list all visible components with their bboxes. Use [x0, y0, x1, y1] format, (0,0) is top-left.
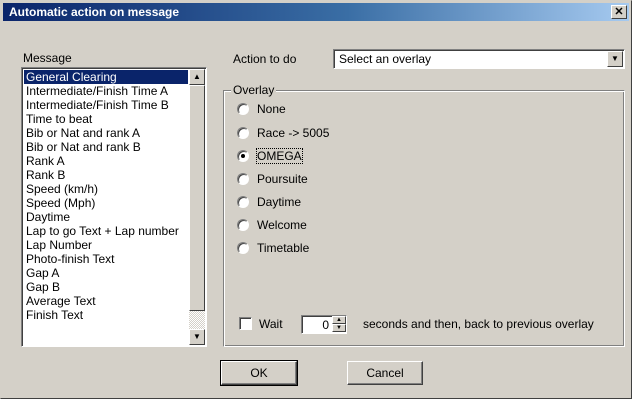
message-list-scrollbar[interactable]: ▲ ▼: [189, 69, 205, 345]
list-item[interactable]: Gap A: [24, 266, 188, 280]
message-label: Message: [23, 51, 72, 65]
arrow-down-icon: ▼: [336, 325, 342, 331]
overlay-option-label: Poursuite: [257, 172, 308, 186]
list-item[interactable]: Bib or Nat and rank B: [24, 140, 188, 154]
radio-button[interactable]: [237, 103, 249, 115]
scroll-thumb[interactable]: [189, 85, 205, 311]
title-bar[interactable]: Automatic action on message ✕: [3, 3, 629, 21]
arrow-up-icon: ▲: [193, 72, 201, 81]
close-icon: ✕: [614, 6, 624, 18]
overlay-option-label: Race -> 5005: [257, 126, 330, 140]
action-select-value: Select an overlay: [339, 52, 432, 66]
radio-button[interactable]: [237, 127, 249, 139]
wait-suffix-text: seconds and then, back to previous overl…: [363, 317, 594, 331]
radio-button[interactable]: [237, 196, 249, 208]
cancel-button[interactable]: Cancel: [347, 361, 423, 385]
action-select[interactable]: Select an overlay ▼: [333, 49, 625, 69]
spin-up-button[interactable]: ▲: [332, 316, 346, 324]
overlay-option-label: Timetable: [257, 241, 310, 255]
list-item[interactable]: Time to beat: [24, 112, 188, 126]
list-item[interactable]: Speed (km/h): [24, 182, 188, 196]
radio-button[interactable]: [237, 219, 249, 231]
action-dropdown-button[interactable]: ▼: [607, 51, 623, 67]
message-list[interactable]: General Clearing Intermediate/Finish Time…: [21, 67, 207, 347]
list-item[interactable]: Bib or Nat and rank A: [24, 126, 188, 140]
list-item[interactable]: Photo-finish Text: [24, 252, 188, 266]
list-item[interactable]: Average Text: [24, 294, 188, 308]
message-list-items: General Clearing Intermediate/Finish Time…: [24, 70, 188, 322]
ok-button-label: OK: [250, 366, 268, 380]
ok-button[interactable]: OK: [220, 360, 298, 386]
radio-button[interactable]: [237, 242, 249, 254]
window-title: Automatic action on message: [9, 5, 180, 19]
cancel-button-label: Cancel: [366, 366, 404, 380]
action-label: Action to do: [233, 52, 297, 66]
scroll-down-button[interactable]: ▼: [189, 329, 205, 345]
radio-button[interactable]: [237, 173, 249, 185]
list-item[interactable]: Finish Text: [24, 308, 188, 322]
scroll-up-button[interactable]: ▲: [189, 69, 205, 85]
list-item[interactable]: Rank A: [24, 154, 188, 168]
arrow-down-icon: ▼: [193, 332, 201, 341]
wait-checkbox[interactable]: [239, 317, 252, 330]
wait-seconds-value: 0: [322, 318, 329, 332]
close-button[interactable]: ✕: [611, 5, 627, 19]
arrow-up-icon: ▲: [336, 317, 342, 323]
list-item[interactable]: Daytime: [24, 210, 188, 224]
list-item[interactable]: Speed (Mph): [24, 196, 188, 210]
list-item[interactable]: Lap Number: [24, 238, 188, 252]
list-item[interactable]: Rank B: [24, 168, 188, 182]
list-item[interactable]: General Clearing: [24, 70, 188, 84]
wait-seconds-spinner[interactable]: 0 ▲ ▼: [301, 315, 347, 334]
list-item[interactable]: Intermediate/Finish Time B: [24, 98, 188, 112]
wait-label: Wait: [259, 317, 283, 331]
list-item[interactable]: Intermediate/Finish Time A: [24, 84, 188, 98]
overlay-option-label: Welcome: [257, 218, 307, 232]
radio-button[interactable]: [237, 150, 249, 162]
overlay-group-title: Overlay: [231, 83, 277, 97]
list-item[interactable]: Lap to go Text + Lap number: [24, 224, 188, 238]
dialog-window: Automatic action on message ✕ Message Ge…: [0, 0, 632, 399]
overlay-option-label: OMEGA: [256, 148, 303, 164]
overlay-option-label: None: [257, 102, 286, 116]
spin-down-button[interactable]: ▼: [332, 324, 346, 332]
list-item[interactable]: Gap B: [24, 280, 188, 294]
overlay-option-label: Daytime: [257, 195, 302, 209]
chevron-down-icon: ▼: [611, 54, 619, 63]
